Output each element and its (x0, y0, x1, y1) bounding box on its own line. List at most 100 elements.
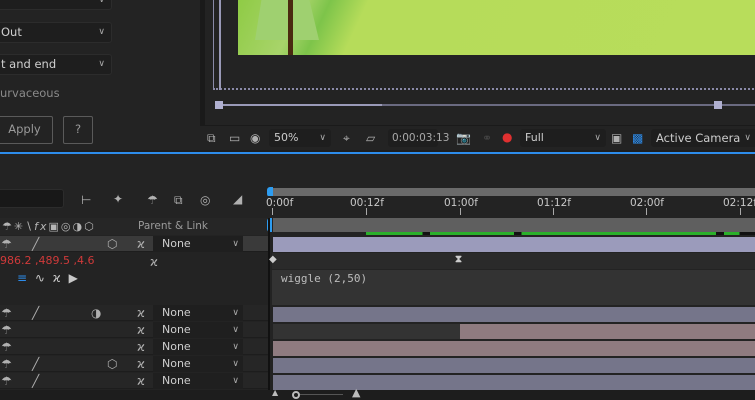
position-value[interactable]: 986.2 ,489.5 ,4.6 (0, 254, 94, 267)
resolution-dropdown[interactable]: Full ∨ (520, 129, 606, 147)
layer-row[interactable]: ☂ ╱ ◑ ϰ None ∨ (0, 305, 268, 321)
pickwhip-icon[interactable]: ϰ (137, 306, 145, 320)
video-toggle-icon[interactable]: ☂ (1, 306, 12, 320)
transparency-grid-toggle-icon[interactable]: ▱ (366, 131, 375, 145)
graph-icon[interactable]: ∿ (35, 271, 45, 285)
chevron-down-icon: ∨ (98, 0, 105, 5)
composition-viewer[interactable] (205, 0, 755, 125)
keyframe-hold-icon[interactable]: ⧗ (455, 254, 462, 265)
expression-language-menu-icon[interactable]: ▶ (69, 271, 78, 285)
layer-bar[interactable] (273, 375, 755, 390)
camera-dropdown[interactable]: Active Camera ∨ (651, 129, 755, 147)
pickwhip-icon[interactable]: ϰ (137, 323, 145, 337)
chevron-down-icon: ∨ (594, 133, 601, 143)
current-time-display[interactable]: 0:00:03:13 (388, 129, 449, 147)
pickwhip-icon[interactable]: ϰ (53, 271, 61, 285)
adjustment-layer-icon[interactable]: ◑ (91, 306, 101, 320)
dropdown-ease[interactable]: Out ∨ (0, 22, 112, 43)
zoom-dropdown[interactable]: 50% ∨ (269, 129, 331, 147)
ruler-tick (553, 208, 554, 215)
parent-value: None (162, 374, 191, 387)
draft-3d-icon[interactable]: ✦ (113, 192, 123, 206)
parent-dropdown[interactable]: None ∨ (153, 305, 243, 321)
quality-icon[interactable]: ╱ (32, 357, 39, 371)
layer-bar[interactable] (273, 358, 755, 373)
layer-row[interactable]: ☂ ϰ None ∨ (0, 339, 268, 355)
zoom-slider-handle[interactable] (292, 391, 300, 399)
zoom-in-icon[interactable]: ▲ (352, 386, 360, 399)
parent-dropdown[interactable]: None ∨ (153, 356, 243, 372)
tree-foliage (255, 0, 319, 40)
expression-controls: ≡ ∿ ϰ ▶ (17, 271, 78, 285)
timeline-zoom-slider[interactable] (298, 394, 343, 395)
parent-value: None (162, 237, 191, 250)
pickwhip-icon[interactable]: ϰ (137, 357, 145, 371)
layer-search-input[interactable] (0, 189, 64, 208)
parent-dropdown[interactable]: None ∨ (153, 322, 243, 338)
3d-layer-icon[interactable]: ⬡ (107, 237, 117, 251)
quality-icon[interactable]: ╱ (32, 374, 39, 388)
pickwhip-icon[interactable]: ϰ (137, 374, 145, 388)
video-toggle-icon[interactable]: ☂ (1, 374, 12, 388)
keyframe-icon[interactable]: ◆ (269, 254, 277, 265)
snapshot-stack-icon[interactable]: ⧉ (207, 131, 216, 145)
viewer-toolbar: ⧉ ▭ ◉ 50% ∨ ⌖ ▱ 0:00:03:13 📷 ⚭ ● Full ∨ ▣ … (200, 125, 755, 150)
parent-dropdown[interactable]: None ∨ (153, 236, 243, 252)
layer-row[interactable]: ☂ ϰ None ∨ (0, 322, 268, 338)
composition-flowchart-icon[interactable]: ⊢ (81, 193, 91, 207)
fast-preview-icon[interactable]: ▣ (611, 131, 622, 145)
layer-bar[interactable] (273, 341, 755, 356)
transparency-grid-icon[interactable]: ▩ (632, 131, 643, 145)
ruler-tick-label: 02:12f (723, 197, 755, 209)
layer-bar[interactable] (460, 324, 755, 339)
layer-bar-selected[interactable] (273, 237, 755, 252)
help-button[interactable]: ? (63, 116, 93, 144)
chevron-down-icon: ∨ (232, 308, 239, 318)
parent-value: None (162, 306, 191, 319)
video-toggle-icon[interactable]: ☂ (1, 357, 12, 371)
dropdown-ease-value: Out (1, 25, 22, 39)
monitor-icon[interactable]: ▭ (229, 131, 240, 145)
camera-value: Active Camera (656, 131, 741, 145)
pickwhip-icon[interactable]: ϰ (150, 255, 158, 269)
path-handle-right[interactable] (714, 101, 722, 109)
3d-layer-icon[interactable]: ⬡ (107, 357, 117, 371)
path-handle-left[interactable] (215, 101, 223, 109)
expression-text[interactable]: wiggle (2,50) (281, 272, 367, 285)
pickwhip-icon[interactable]: ϰ (137, 340, 145, 354)
color-channels-icon[interactable]: ● (502, 130, 512, 144)
column-switch-icons: ☂✳∖fx▣◎◑⬡ (2, 220, 96, 233)
quality-icon[interactable]: ╱ (32, 306, 39, 320)
work-area-bar[interactable] (272, 188, 755, 196)
video-toggle-icon[interactable]: ☂ (1, 237, 12, 251)
motion-blur-icon[interactable]: ◎ (200, 193, 210, 207)
chevron-down-icon: ∨ (232, 342, 239, 352)
hide-shy-layers-icon[interactable]: ☂ (147, 193, 158, 207)
video-toggle-icon[interactable]: ☂ (1, 323, 12, 337)
apply-button[interactable]: Apply (0, 116, 53, 144)
parent-dropdown[interactable]: None ∨ (153, 373, 243, 389)
layer-row[interactable]: ☂ ╱ ⬡ ϰ None ∨ (0, 356, 268, 372)
parent-dropdown[interactable]: None ∨ (153, 339, 243, 355)
region-of-interest-icon[interactable]: ⌖ (343, 131, 350, 145)
vr-goggles-icon[interactable]: ◉ (250, 131, 260, 145)
chevron-down-icon: ∨ (232, 239, 239, 249)
dropdown-top[interactable]: ∨ (0, 0, 112, 10)
curvaceous-label[interactable]: urvaceous (0, 86, 60, 100)
camera-snapshot-icon[interactable]: 📷 (456, 131, 471, 145)
video-toggle-icon[interactable]: ☂ (1, 340, 12, 354)
layer-row[interactable]: ☂ ╱ ⬡ ϰ None ∨ (0, 236, 268, 252)
expression-enable-icon[interactable]: ≡ (17, 271, 27, 285)
zoom-out-icon[interactable]: ▲ (272, 388, 278, 397)
timeline-track-header (273, 218, 755, 232)
dropdown-range[interactable]: t and end ∨ (0, 54, 112, 75)
chevron-down-icon: ∨ (98, 59, 105, 69)
quality-icon[interactable]: ╱ (32, 237, 39, 251)
graph-editor-icon[interactable]: ◢ (233, 192, 242, 206)
pickwhip-icon[interactable]: ϰ (137, 237, 145, 251)
frame-blending-icon[interactable]: ⧉ (174, 193, 183, 207)
layer-row[interactable]: ☂ ╱ ϰ None ∨ (0, 373, 268, 389)
layer-bar[interactable] (273, 307, 755, 322)
parent-value: None (162, 323, 191, 336)
time-ruler[interactable] (268, 196, 755, 215)
